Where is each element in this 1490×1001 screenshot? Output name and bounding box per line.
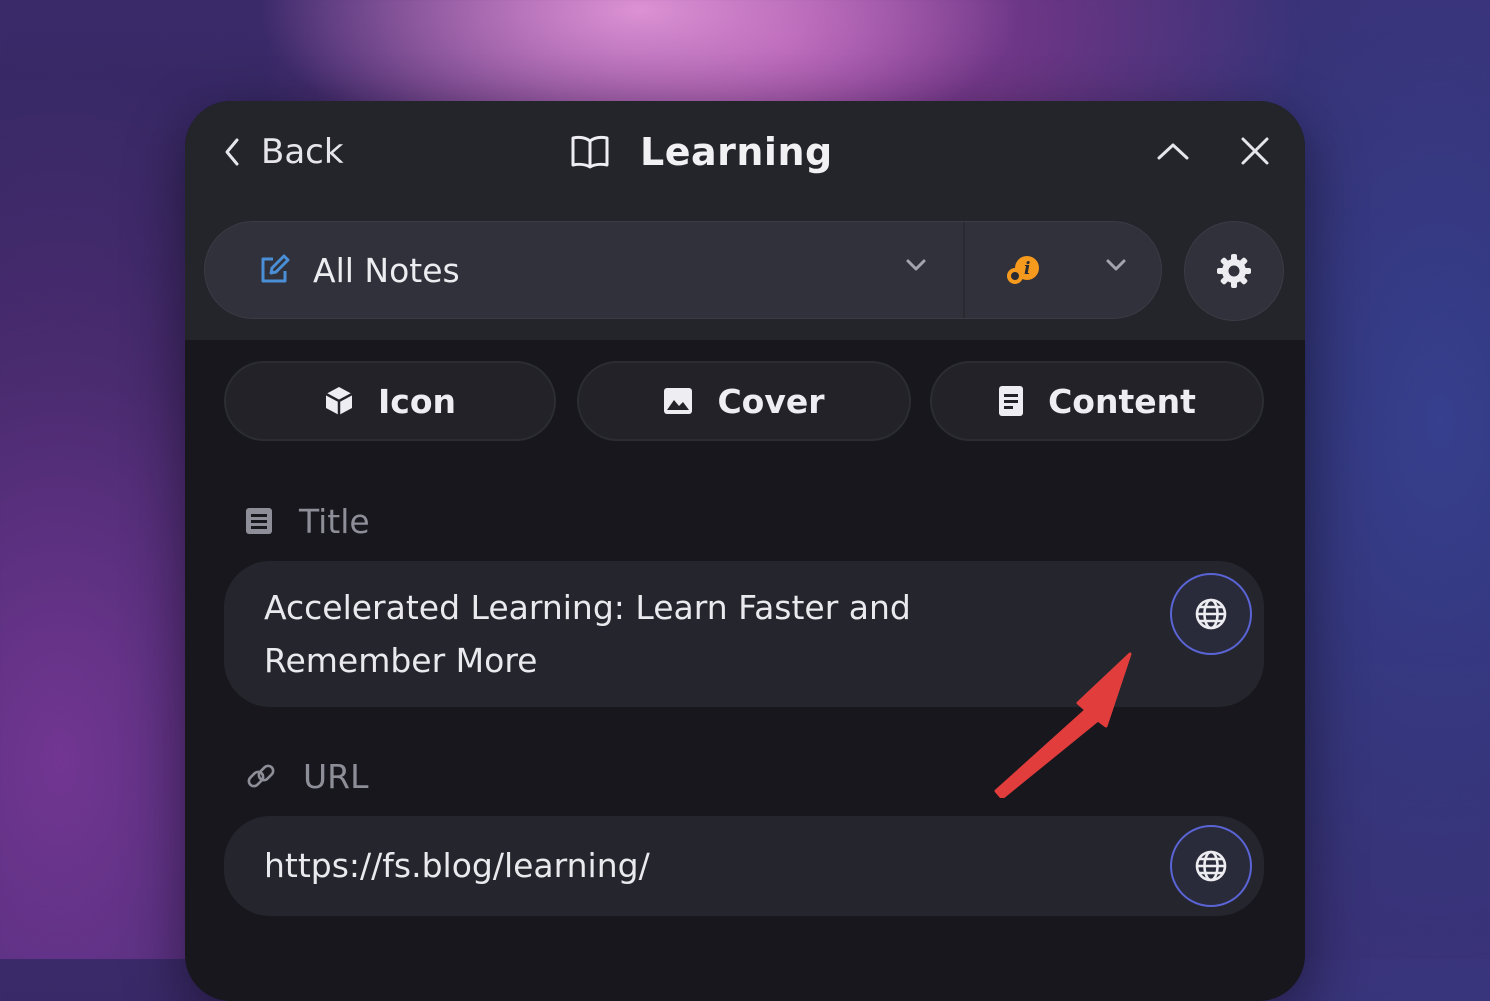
back-label: Back bbox=[261, 132, 344, 172]
panel-header: Back Learning All Notes i bbox=[185, 101, 1305, 340]
annotation-arrow-icon bbox=[994, 652, 1132, 798]
title-field-label: Title bbox=[245, 501, 370, 541]
url-globe-button[interactable] bbox=[1170, 825, 1252, 907]
url-field-label: URL bbox=[245, 756, 368, 796]
icon-tab-label: Icon bbox=[377, 381, 456, 421]
url-label-text: URL bbox=[303, 756, 369, 796]
all-notes-label: All Notes bbox=[313, 250, 460, 290]
close-button[interactable] bbox=[1235, 131, 1275, 171]
link-icon bbox=[247, 764, 275, 788]
book-icon bbox=[571, 135, 609, 169]
notes-selector: All Notes i bbox=[204, 221, 1162, 319]
title-globe-button[interactable] bbox=[1170, 573, 1252, 655]
page-title-group: Learning bbox=[570, 129, 833, 175]
url-input[interactable]: https://fs.blog/learning/ bbox=[224, 816, 1264, 916]
content-tab-button[interactable]: Content bbox=[930, 361, 1264, 441]
edit-note-icon bbox=[261, 254, 290, 283]
image-icon bbox=[664, 388, 693, 414]
chevron-left-icon bbox=[225, 138, 239, 166]
collapse-button[interactable] bbox=[1153, 131, 1193, 171]
title-value-line-1: Accelerated Learning: Learn Faster and bbox=[264, 588, 911, 627]
globe-icon bbox=[1195, 850, 1227, 882]
all-notes-dropdown[interactable]: All Notes bbox=[205, 222, 963, 318]
chevron-up-icon bbox=[1157, 143, 1189, 160]
globe-icon bbox=[1195, 598, 1227, 630]
info-badge-icon: i bbox=[1007, 256, 1039, 284]
url-value: https://fs.blog/learning/ bbox=[264, 846, 650, 885]
cube-icon bbox=[325, 387, 353, 415]
chevron-down-icon bbox=[906, 259, 926, 271]
content-tab-label: Content bbox=[1048, 381, 1196, 421]
page-title: Learning bbox=[640, 130, 833, 174]
cover-tab-button[interactable]: Cover bbox=[577, 361, 911, 441]
title-value-line-2: Remember More bbox=[264, 641, 538, 680]
document-icon bbox=[999, 386, 1024, 416]
cover-tab-label: Cover bbox=[717, 381, 825, 421]
icon-tab-button[interactable]: Icon bbox=[224, 361, 556, 441]
note-settings-panel: Back Learning All Notes i Icon Cover Con… bbox=[185, 101, 1305, 1001]
title-value: Accelerated Learning: Learn Faster and R… bbox=[264, 581, 1024, 687]
settings-button[interactable] bbox=[1184, 221, 1284, 321]
title-label-text: Title bbox=[299, 501, 370, 541]
svg-text:i: i bbox=[1024, 259, 1030, 279]
gear-icon bbox=[1217, 254, 1251, 288]
close-icon bbox=[1241, 137, 1269, 165]
info-filter-dropdown[interactable]: i bbox=[965, 222, 1161, 318]
chevron-down-icon bbox=[1106, 259, 1126, 271]
back-button[interactable]: Back bbox=[223, 131, 344, 173]
title-field-icon bbox=[246, 508, 272, 534]
